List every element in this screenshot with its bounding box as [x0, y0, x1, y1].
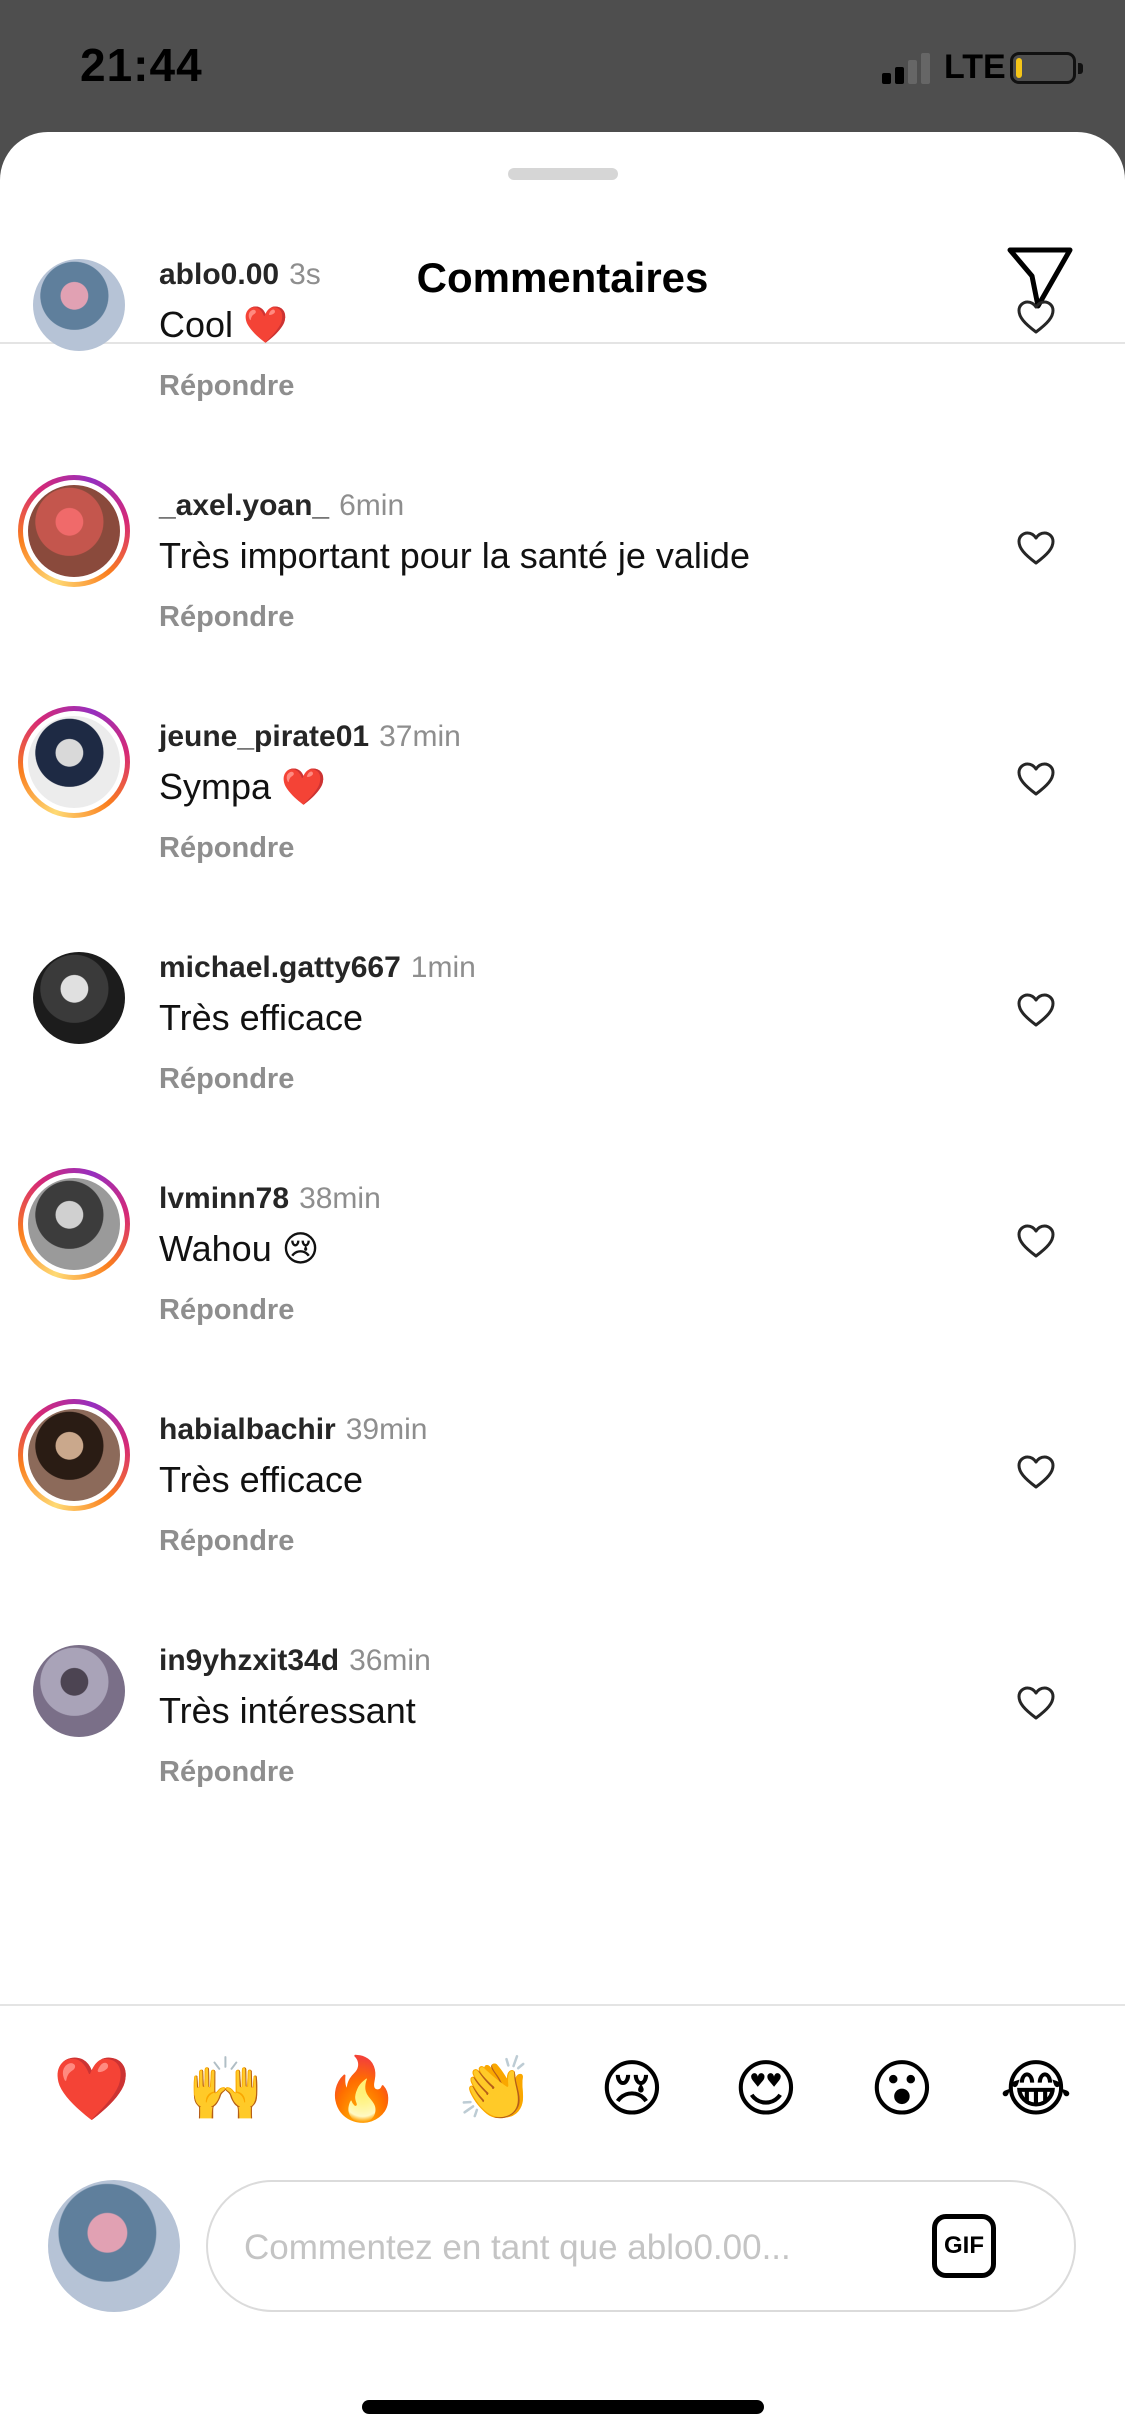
comment-timestamp: 6min — [339, 489, 405, 522]
comment-username[interactable]: _axel.yoan_ 6min — [159, 489, 404, 523]
avatar-image — [28, 1178, 120, 1270]
comment-username[interactable]: in9yhzxit34d 36min — [159, 1644, 431, 1678]
comment-input[interactable] — [244, 2218, 884, 2278]
quick-reactions-bar: ❤️ 🙌 🔥 👏 😢 😍 😮 😂 — [0, 2030, 1125, 2140]
comment-timestamp: 1min — [410, 951, 476, 984]
username-text[interactable]: _axel.yoan_ — [159, 489, 329, 522]
comment-text: Cool ❤️ — [159, 304, 288, 345]
comment-username[interactable]: michael.gatty667 1min — [159, 951, 476, 985]
like-heart-icon[interactable] — [1016, 529, 1056, 569]
comment-row[interactable]: ablo0.00 3s Cool ❤️ Répondre — [0, 258, 1125, 488]
comment-username[interactable]: lvminn78 38min — [159, 1182, 381, 1216]
quick-reaction-emoji[interactable]: 🔥 — [322, 2050, 402, 2130]
like-heart-icon[interactable] — [1016, 991, 1056, 1031]
like-heart-icon[interactable] — [1016, 1453, 1056, 1493]
comment-text: Wahou 😢 — [159, 1228, 320, 1269]
avatar[interactable] — [18, 1630, 130, 1742]
sheet-grabber[interactable] — [508, 168, 618, 180]
comment-row[interactable]: lvminn78 38min Wahou 😢 Répondre — [0, 1168, 1125, 1412]
avatar-image — [33, 952, 125, 1044]
network-type: LTE — [944, 48, 1006, 86]
reply-button[interactable]: Répondre — [159, 1294, 294, 1327]
reply-button[interactable]: Répondre — [159, 370, 294, 403]
comment-row[interactable]: in9yhzxit34d 36min Très intéressant Répondr… — [0, 1644, 1125, 1874]
avatar-image — [28, 716, 120, 808]
username-text[interactable]: ablo0.00 — [159, 258, 279, 291]
reply-button[interactable]: Répondre — [159, 1525, 294, 1558]
avatar-ring-gap — [23, 1173, 125, 1275]
gif-button[interactable]: GIF — [932, 2214, 996, 2278]
reply-button[interactable]: Répondre — [159, 1063, 294, 1096]
like-heart-icon[interactable] — [1016, 1684, 1056, 1724]
comment-timestamp: 37min — [379, 720, 461, 753]
comments-sheet: Commentaires ablo0.00 3s Cool ❤️ Répondre _a… — [0, 132, 1125, 2436]
avatar[interactable] — [18, 937, 130, 1049]
avatar[interactable] — [18, 1399, 130, 1511]
like-heart-icon[interactable] — [1016, 298, 1056, 338]
comment-text: Très important pour la santé je valide — [159, 535, 750, 576]
username-text[interactable]: michael.gatty667 — [159, 951, 401, 984]
avatar-image — [33, 1645, 125, 1737]
avatar-image — [28, 1409, 120, 1501]
comment-text: Sympa ❤️ — [159, 766, 326, 807]
comment-row[interactable]: habialbachir 39min Très efficace Répondre — [0, 1399, 1125, 1643]
username-text[interactable]: in9yhzxit34d — [159, 1644, 339, 1677]
comment-timestamp: 39min — [345, 1413, 428, 1446]
avatar[interactable] — [18, 1168, 130, 1280]
quick-reaction-emoji[interactable]: ❤️ — [52, 2050, 132, 2130]
username-text[interactable]: habialbachir — [159, 1413, 336, 1446]
quick-reaction-emoji[interactable]: 🙌 — [186, 2050, 266, 2130]
comment-row[interactable]: michael.gatty667 1min Très efficace Répondr… — [0, 951, 1125, 1181]
avatar-ring-gap — [23, 1635, 125, 1737]
comment-text: Très intéressant — [159, 1690, 416, 1731]
avatar[interactable] — [18, 475, 130, 587]
list-divider — [0, 2004, 1125, 2006]
battery-icon — [1010, 52, 1083, 84]
avatar-ring-gap — [23, 249, 125, 351]
comment-username[interactable]: ablo0.00 3s — [159, 258, 321, 292]
comment-username[interactable]: habialbachir 39min — [159, 1413, 427, 1447]
comment-row[interactable]: _axel.yoan_ 6min Très important pour la sa… — [0, 475, 1125, 719]
username-text[interactable]: lvminn78 — [159, 1182, 289, 1215]
reply-button[interactable]: Répondre — [159, 1756, 294, 1789]
quick-reaction-emoji[interactable]: 😮 — [862, 2050, 942, 2130]
avatar-ring-gap — [23, 711, 125, 813]
like-heart-icon[interactable] — [1016, 1222, 1056, 1262]
avatar-ring-gap — [23, 1404, 125, 1506]
status-time: 21:44 — [80, 39, 203, 91]
comment-text: Très efficace — [159, 1459, 364, 1500]
comment-username[interactable]: jeune_pirate01 37min — [159, 720, 461, 754]
reply-button[interactable]: Répondre — [159, 832, 294, 865]
comment-row[interactable]: jeune_pirate01 37min Sympa ❤️ Répondre — [0, 706, 1125, 950]
my-avatar — [48, 2180, 180, 2312]
signal-icon — [882, 52, 936, 84]
avatar-ring-gap — [23, 480, 125, 582]
home-indicator[interactable] — [362, 2400, 764, 2414]
like-heart-icon[interactable] — [1016, 760, 1056, 800]
status-bar: 21:44 LTE — [0, 0, 1125, 132]
comment-input-box[interactable]: GIF — [206, 2180, 1076, 2312]
avatar-image — [33, 259, 125, 351]
quick-reaction-emoji[interactable]: 😂 — [996, 2050, 1076, 2130]
quick-reaction-emoji[interactable]: 👏 — [456, 2050, 536, 2130]
avatar-image — [28, 485, 120, 577]
reply-button[interactable]: Répondre — [159, 601, 294, 634]
battery-level — [1016, 58, 1022, 78]
quick-reaction-emoji[interactable]: 😍 — [726, 2050, 806, 2130]
comment-timestamp: 36min — [349, 1644, 431, 1677]
quick-reaction-emoji[interactable]: 😢 — [592, 2050, 672, 2130]
comment-timestamp: 38min — [299, 1182, 381, 1215]
username-text[interactable]: jeune_pirate01 — [159, 720, 369, 753]
avatar[interactable] — [18, 244, 130, 356]
avatar-ring-gap — [23, 942, 125, 1044]
comment-text: Très efficace — [159, 997, 364, 1038]
avatar[interactable] — [18, 706, 130, 818]
comment-timestamp: 3s — [289, 258, 321, 291]
